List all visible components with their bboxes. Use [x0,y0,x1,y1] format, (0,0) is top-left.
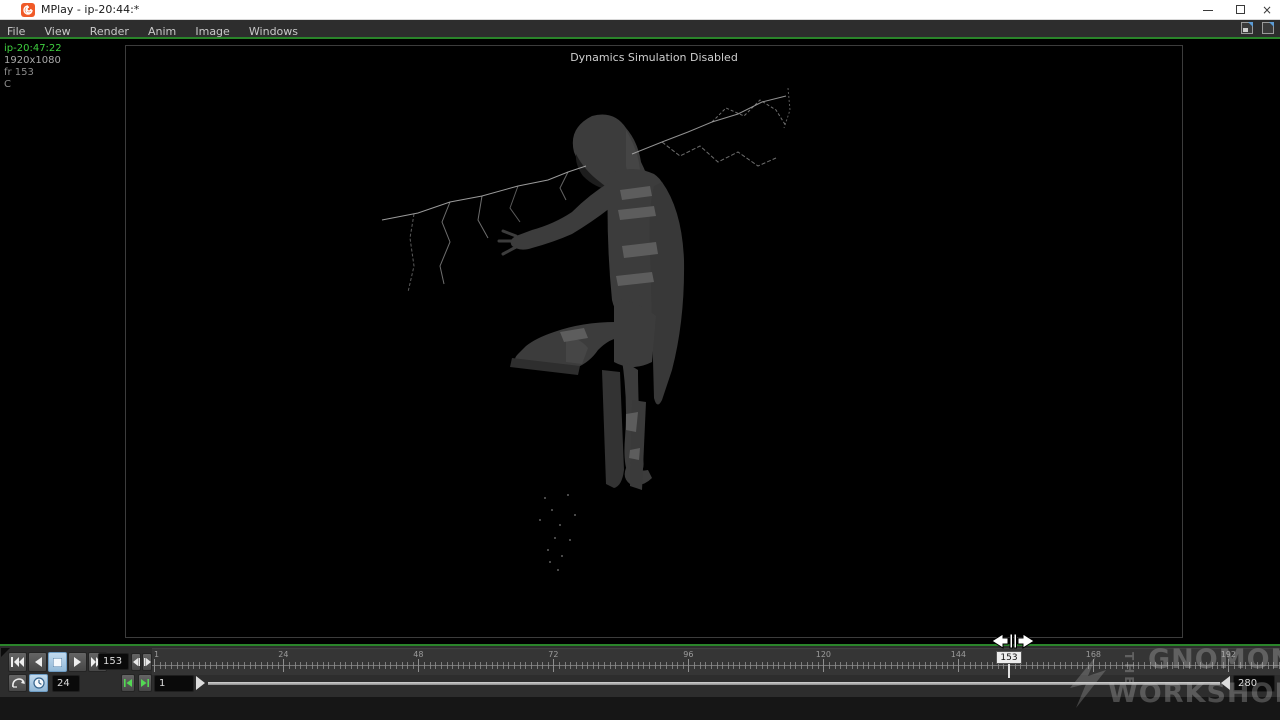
maximize-icon [1236,5,1245,14]
sequence-name: ip-20:47:22 [4,43,62,55]
new-view-icon[interactable] [1262,22,1274,34]
plane-label: C [4,79,62,91]
current-frame-marker-label: 153 [996,651,1022,664]
range-start-field[interactable] [154,675,194,692]
rendered-character [370,70,800,580]
close-icon: × [1262,3,1272,17]
image-viewport[interactable]: Dynamics Simulation Disabled ip-20:47:22… [0,39,1280,644]
sequence-info: ip-20:47:22 1920x1080 fr 153 C [4,43,62,91]
range-last-icon [141,679,149,687]
window-title: MPlay - ip-20:44:* [41,3,139,16]
range-end-field[interactable] [1233,675,1275,692]
houdini-logo-icon [21,3,35,17]
step-forward-icon [144,658,151,666]
dynamics-message: Dynamics Simulation Disabled [125,51,1183,64]
window-titlebar[interactable]: MPlay - ip-20:44:* × [0,0,1280,20]
bottom-strip [0,697,1280,720]
range-slider-track[interactable] [208,682,1220,685]
playbar: 124487296120144168192 153 [0,646,1280,697]
minimize-icon [1203,10,1213,11]
step-forward-button[interactable] [142,653,152,671]
step-back-icon [133,658,140,666]
current-frame-marker-stem [1008,664,1010,678]
jump-start-icon [11,657,24,667]
range-last-button[interactable] [138,674,152,692]
menubar: File View Render Anim Image Windows [0,20,1280,37]
step-back-button[interactable] [131,653,141,671]
range-first-button[interactable] [121,674,135,692]
range-first-icon [124,679,132,687]
fps-field[interactable] [52,675,80,692]
clock-icon [33,677,45,689]
current-frame-field[interactable] [98,653,129,670]
minimize-button[interactable] [1193,0,1223,20]
resolution-label: 1920x1080 [4,55,62,67]
realtime-button[interactable] [29,674,48,692]
save-sequence-icon[interactable] [1241,22,1253,34]
play-forward-button[interactable] [68,652,87,672]
play-reverse-button[interactable] [28,652,47,672]
close-button[interactable]: × [1252,0,1280,20]
frame-label: fr 153 [4,67,62,79]
no-realtime-button[interactable] [8,674,27,692]
stop-icon [53,658,62,667]
curved-arrow-icon [11,677,25,689]
range-slider-right-handle[interactable] [1221,676,1230,690]
range-slider-left-handle[interactable] [196,676,205,690]
timeline-ruler[interactable]: 124487296120144168192 [152,648,1280,675]
resize-cursor [990,630,1036,652]
play-forward-icon [73,657,83,667]
play-reverse-icon [33,657,43,667]
jump-start-button[interactable] [8,652,27,672]
stop-button[interactable] [48,652,67,672]
